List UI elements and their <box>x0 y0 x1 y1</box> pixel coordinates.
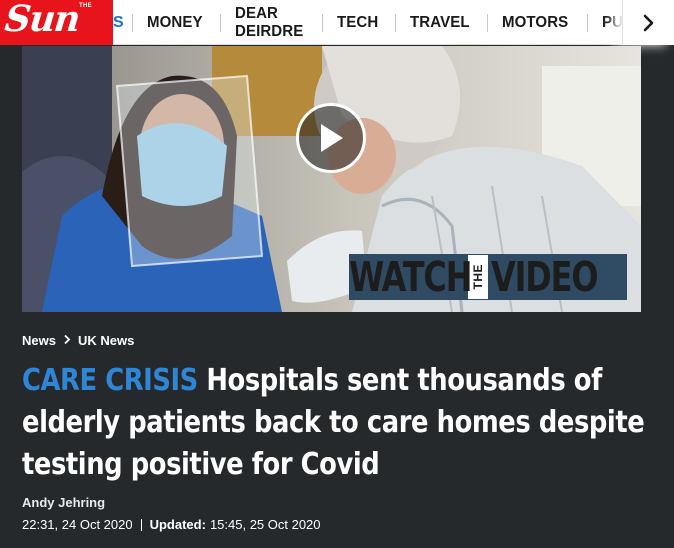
nav-divider <box>220 13 221 32</box>
nav-label: MONEY <box>147 13 203 31</box>
date-divider <box>140 518 142 531</box>
nav-item-travel[interactable]: TRAVEL <box>394 0 487 45</box>
nav-item-dear-deirdre[interactable]: DEAR DEIRDRE <box>220 0 322 45</box>
section-nav: MONEY DEAR DEIRDRE TECH TRAVEL MOTORS PU… <box>132 0 674 45</box>
headline-text-1: Hospitals sent thousands of <box>206 363 602 398</box>
article-dates: 22:31, 24 Oct 2020 Updated: 15:45, 25 Oc… <box>22 517 321 532</box>
video-text: VIDEO <box>490 253 599 301</box>
headline-line-3: testing positive for Covid <box>22 447 380 482</box>
nav-divider <box>132 13 133 32</box>
headline-line-2: elderly patients back to care homes desp… <box>22 405 645 440</box>
chevron-right-icon <box>63 333 71 348</box>
chevron-right-icon <box>643 14 653 31</box>
play-button[interactable] <box>296 103 366 173</box>
nav-label: TECH <box>336 13 379 31</box>
updated-time: 15:45, 25 Oct 2020 <box>209 517 321 532</box>
nav-label: MOTORS <box>502 13 569 31</box>
nav-item-motors[interactable]: MOTORS <box>487 0 587 45</box>
watch-the-video-banner: WATCH THE VIDEO <box>349 254 627 300</box>
headline-kicker[interactable]: CARE CRISIS <box>22 363 198 398</box>
nav-scroll-right-button[interactable] <box>622 0 674 45</box>
nav-label: TRAVEL <box>409 13 470 31</box>
logo-word: Sun <box>2 0 82 40</box>
nav-item-tech[interactable]: TECH <box>321 0 395 45</box>
nav-divider <box>586 13 588 32</box>
author-name[interactable]: Andy Jehring <box>22 495 105 510</box>
the-sun-logo[interactable]: THE Sun <box>0 0 113 45</box>
published-time: 22:31, 24 Oct 2020 <box>22 517 133 532</box>
nav-divider <box>394 13 396 32</box>
the-text: THE <box>470 264 485 290</box>
article-headline: CARE CRISIS Hospitals sent thousands of … <box>22 360 652 486</box>
breadcrumb-news[interactable]: News <box>22 333 56 348</box>
updated-label: Updated: <box>149 517 206 532</box>
breadcrumb-uk-news[interactable]: UK News <box>78 333 134 348</box>
video-thumbnail[interactable]: WATCH THE VIDEO <box>22 46 641 312</box>
nav-divider <box>487 13 489 32</box>
headline-line-1: CARE CRISIS Hospitals sent thousands of <box>22 360 602 402</box>
watch-text: WATCH <box>349 253 472 301</box>
nav-label: DEAR DEIRDRE <box>234 4 304 40</box>
nav-divider <box>321 13 323 32</box>
breadcrumb: News UK News <box>22 333 134 348</box>
clipped-nav-item[interactable]: S <box>113 14 124 32</box>
logo-the-text: THE <box>79 3 92 9</box>
top-navigation: THE Sun S MONEY DEAR DEIRDRE TECH TRAVEL… <box>0 0 674 45</box>
nav-item-money[interactable]: MONEY <box>132 0 220 45</box>
play-icon <box>321 124 343 152</box>
